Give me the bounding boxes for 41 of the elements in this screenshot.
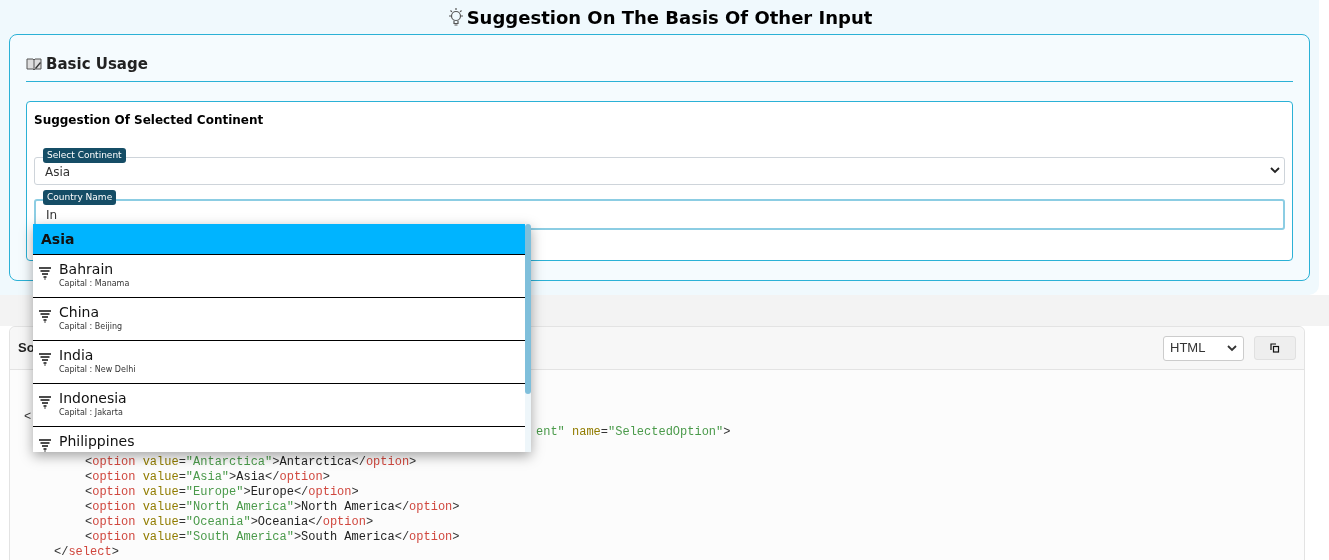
filter-icon	[39, 310, 51, 323]
capital-text: Capital : Jakarta	[59, 407, 124, 418]
country-name: China	[59, 303, 100, 321]
book-icon	[26, 57, 42, 72]
filter-icon	[39, 439, 51, 452]
page-title: Suggestion On The Basis Of Other Input	[466, 5, 873, 30]
lightbulb-icon	[446, 7, 465, 27]
demo-title: Suggestion Of Selected Continent	[34, 111, 265, 129]
filter-icon	[39, 396, 51, 409]
copy-button[interactable]	[1254, 336, 1296, 360]
capital-text: Capital : Manama	[59, 278, 130, 289]
language-select[interactable]: HTML	[1163, 335, 1244, 361]
suggestion-item[interactable]: China Capital : Beijing	[33, 298, 525, 341]
suggestion-item[interactable]: Bahrain Capital : Manama	[33, 255, 525, 298]
country-name: Bahrain	[59, 260, 115, 278]
code-line: <option value="North America">North America</option>	[85, 500, 460, 514]
code-line: <option value="South America">South America</option>	[85, 530, 460, 544]
code-line: ent" name="SelectedOption">	[536, 425, 731, 439]
code-line: <option value="Asia">Asia</option>	[85, 470, 330, 484]
chevron-down-icon	[1227, 344, 1237, 352]
copy-icon	[1270, 343, 1280, 353]
code-line: </select>	[54, 545, 119, 559]
code-line: <option value="Antarctica">Antarctica</option>	[85, 455, 417, 469]
scrollbar[interactable]	[525, 224, 531, 452]
suggestion-item[interactable]: Indonesia Capital : Jakarta	[33, 384, 525, 427]
code-line: <	[24, 410, 32, 424]
filter-icon	[39, 267, 51, 280]
country-name: India	[59, 346, 95, 364]
group-header: Asia	[33, 224, 525, 255]
section-title: Basic Usage	[46, 54, 148, 75]
code-line: <option value="Europe">Europe</option>	[85, 485, 359, 499]
filter-icon	[39, 353, 51, 366]
field-label: Select Continent	[43, 147, 126, 163]
chevron-down-icon	[1270, 167, 1280, 174]
suggestion-item[interactable]: India Capital : New Delhi	[33, 341, 525, 384]
country-name: Philippines	[59, 432, 135, 450]
code-line: <option value="Oceania">Oceania</option>	[85, 515, 374, 529]
capital-text: Capital : New Delhi	[59, 364, 136, 375]
field-label: Country Name	[43, 189, 117, 205]
country-name: Indonesia	[59, 389, 127, 407]
capital-text: Capital : Beijing	[59, 321, 123, 332]
